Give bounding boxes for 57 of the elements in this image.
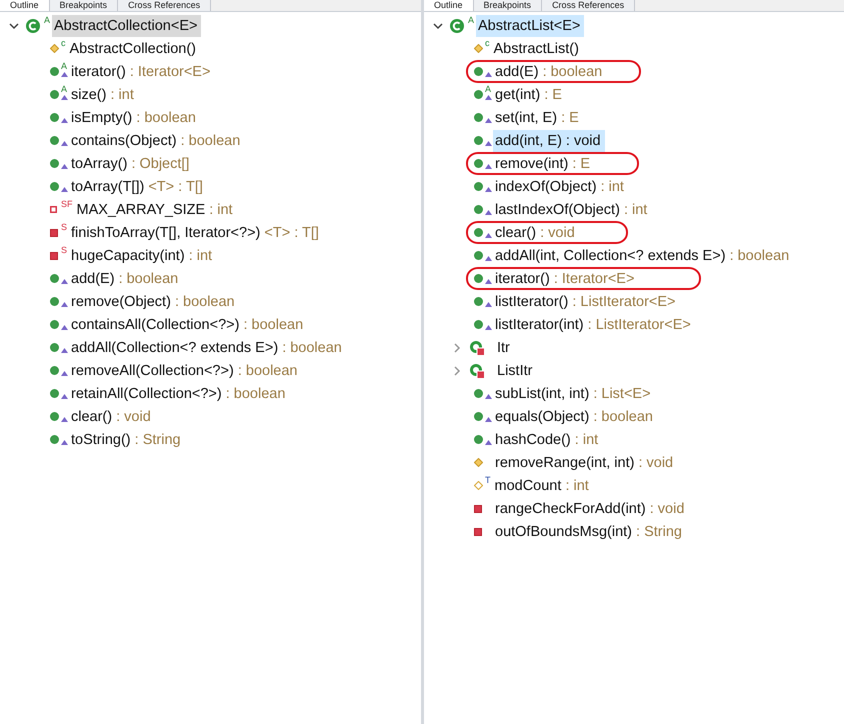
outline-item[interactable]: ListItr (495, 360, 536, 382)
outline-item[interactable]: hugeCapacity(int) : int (69, 244, 216, 266)
outline-item[interactable]: contains(Object) : boolean (69, 130, 244, 152)
outline-item[interactable]: containsAll(Collection<?>) : boolean (69, 314, 308, 336)
outline-item[interactable]: outOfBoundsMsg(int) : String (493, 520, 686, 542)
outline-item[interactable]: add(E) : boolean (493, 60, 606, 82)
outline-item[interactable]: toArray(T[]) <T> : T[] (69, 176, 207, 198)
outline-item[interactable]: modCount : int (492, 474, 593, 496)
outline-item[interactable]: listIterator(int) : ListIterator<E> (493, 314, 695, 336)
outline-item[interactable]: iterator() : Iterator<E> (69, 60, 214, 82)
view-tab[interactable]: Breakpoints (474, 0, 542, 11)
outline-item[interactable]: listIterator() : ListIterator<E> (493, 290, 680, 312)
outline-item[interactable]: remove(Object) : boolean (69, 290, 239, 312)
outline-item[interactable]: set(int, E) : E (493, 106, 583, 128)
outline-item[interactable]: add(E) : boolean (69, 268, 182, 290)
outline-item[interactable]: isEmpty() : boolean (69, 106, 200, 128)
modifier-label: SF (61, 199, 73, 209)
modifier-label: A (61, 61, 68, 71)
view-tab[interactable]: Outline (0, 0, 50, 11)
outline-item[interactable]: finishToArray(T[], Iterator<?>) <T> : T[] (69, 222, 323, 244)
outline-item[interactable]: removeRange(int, int) : void (493, 452, 678, 474)
outline-item[interactable]: add(int, E) : void (493, 130, 605, 152)
modifier-label: T (485, 475, 490, 485)
outline-item[interactable]: AbstractList<E> (476, 14, 584, 36)
outline-item[interactable]: AbstractCollection<E> (52, 14, 202, 36)
outline-item[interactable]: indexOf(Object) : int (493, 176, 628, 198)
modifier-label: A (485, 84, 492, 94)
view-tab[interactable]: Outline (424, 0, 474, 11)
outline-item[interactable]: get(int) : E (493, 84, 566, 106)
modifier-label: S (61, 245, 68, 255)
outline-item[interactable]: lastIndexOf(Object) : int (493, 198, 652, 220)
modifier-label: S (61, 222, 68, 232)
modifier-label: A (468, 15, 474, 25)
outline-item[interactable]: MAX_ARRAY_SIZE : int (74, 198, 237, 220)
outline-item[interactable]: toArray() : Object[] (69, 152, 194, 174)
modifier-label: A (61, 84, 68, 94)
outline-item[interactable]: addAll(Collection<? extends E>) : boolean (69, 336, 346, 358)
outline-item[interactable]: rangeCheckForAdd(int) : void (493, 498, 688, 520)
modifier-label: A (44, 15, 50, 25)
outline-item[interactable]: clear() : void (69, 406, 155, 428)
outline-item[interactable]: equals(Object) : boolean (493, 406, 657, 428)
modifier-label: c (61, 38, 66, 48)
outline-item[interactable]: AbstractList() (492, 38, 583, 60)
outline-item[interactable]: clear() : void (493, 222, 579, 244)
outline-item[interactable]: hashCode() : int (493, 428, 602, 450)
outline-item[interactable]: toString() : String (69, 428, 185, 450)
outline-item[interactable]: retainAll(Collection<?>) : boolean (69, 382, 290, 404)
outline-item[interactable]: AbstractCollection() (68, 38, 200, 60)
outline-item[interactable]: size() : int (69, 84, 138, 106)
outline-item[interactable]: iterator() : Iterator<E> (493, 268, 638, 290)
view-tab[interactable]: Breakpoints (50, 0, 118, 11)
outline-item[interactable]: removeAll(Collection<?>) : boolean (69, 360, 302, 382)
outline-item[interactable]: remove(int) : E (493, 152, 594, 174)
modifier-label: c (485, 38, 490, 48)
outline-item[interactable]: subList(int, int) : List<E> (493, 382, 655, 404)
outline-item[interactable]: addAll(int, Collection<? extends E>) : boolean (493, 244, 794, 266)
outline-item[interactable]: Itr (495, 336, 514, 358)
